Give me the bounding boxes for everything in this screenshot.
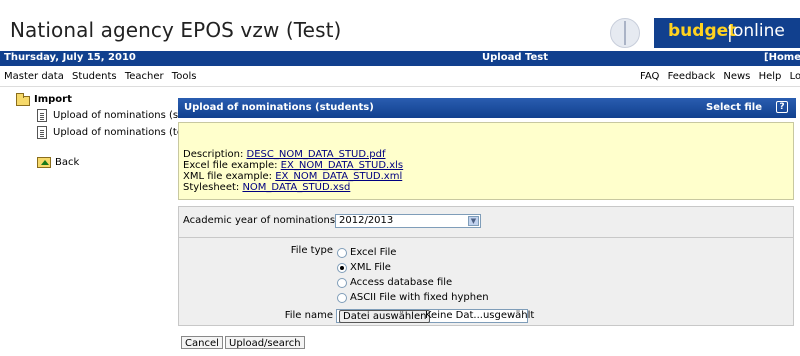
environment-label: Upload Test <box>482 52 548 63</box>
menu-tools[interactable]: Tools <box>172 71 197 82</box>
menu-right: FAQ Feedback News Help Logou <box>640 71 800 82</box>
academic-year-label: Academic year of nominations <box>183 215 336 226</box>
academic-year-select[interactable]: 2012/2013 ▼ <box>335 214 481 228</box>
menu-faq[interactable]: FAQ <box>640 71 659 82</box>
status-bar: Thursday, July 15, 2010 Upload Test [Hom… <box>0 51 800 66</box>
document-icon <box>37 126 47 139</box>
radio-xml[interactable] <box>337 263 347 273</box>
menu-feedback[interactable]: Feedback <box>668 71 716 82</box>
logo-wordmark: budget | online <box>654 18 800 48</box>
panel-title: Upload of nominations (students) <box>184 102 374 113</box>
filetype-option-label: Excel File <box>350 247 397 258</box>
menu-news[interactable]: News <box>723 71 750 82</box>
chevron-down-icon[interactable]: ▼ <box>468 216 479 226</box>
radio-access[interactable] <box>337 278 347 288</box>
app-header: National agency EPOS vzw (Test) budget |… <box>0 0 800 48</box>
sidebar-back-label: Back <box>55 157 80 168</box>
menu-teacher[interactable]: Teacher <box>125 71 164 82</box>
description-label: Description: <box>183 149 247 160</box>
menu-master-data[interactable]: Master data <box>4 71 64 82</box>
form-divider <box>179 237 793 238</box>
sidebar: Import Upload of nominations (stuc Uploa… <box>0 90 195 356</box>
radio-excel[interactable] <box>337 248 347 258</box>
help-icon[interactable]: ? <box>776 101 788 113</box>
main-menu: Master data Students Teacher Tools FAQ F… <box>0 70 800 84</box>
page-title: National agency EPOS vzw (Test) <box>10 18 342 42</box>
file-input[interactable]: Datei auswählen Keine Dat...usgewählt <box>336 309 534 323</box>
folder-open-icon <box>16 93 30 106</box>
main-content: Upload of nominations (students) Select … <box>178 90 800 356</box>
upload-search-button[interactable]: Upload/search <box>225 336 305 349</box>
xml-example-line: XML file example: EX_NOM_DATA_STUD.xml <box>183 171 402 182</box>
description-link[interactable]: DESC_NOM_DATA_STUD.pdf <box>247 149 386 160</box>
excel-example-line: Excel file example: EX_NOM_DATA_STUD.xls <box>183 160 403 171</box>
sidebar-section-label: Import <box>34 94 72 105</box>
home-link[interactable]: [Home <box>764 52 800 63</box>
radio-ascii[interactable] <box>337 293 347 303</box>
filetype-option-label: Access database file <box>350 277 453 288</box>
filetype-option-label: ASCII File with fixed hyphen <box>350 292 489 303</box>
choose-file-button[interactable]: Datei auswählen <box>339 310 431 323</box>
stylesheet-line: Stylesheet: NOM_DATA_STUD.xsd <box>183 182 350 193</box>
sidebar-item-label: Upload of nominations (stuc <box>53 110 194 121</box>
logo-separator: | <box>727 23 733 43</box>
document-icon <box>37 109 47 122</box>
description-line: Description: DESC_NOM_DATA_STUD.pdf <box>183 149 385 160</box>
excel-example-label: Excel file example: <box>183 160 281 171</box>
sidebar-item-label: Upload of nominations (teac <box>53 127 195 138</box>
xml-example-link[interactable]: EX_NOM_DATA_STUD.xml <box>275 171 402 182</box>
menu-logout[interactable]: Logou <box>790 71 800 82</box>
budgetonline-logo: budget | online <box>610 18 800 48</box>
stylesheet-label: Stylesheet: <box>183 182 243 193</box>
logo-word-online: online <box>733 21 785 41</box>
file-status-text: Keine Dat...usgewählt <box>425 310 535 321</box>
panel-header: Upload of nominations (students) Select … <box>178 98 796 118</box>
logo-emblem-icon <box>610 18 640 48</box>
file-info-box: Description: DESC_NOM_DATA_STUD.pdf Exce… <box>178 122 794 200</box>
file-name-label: File name <box>284 310 333 321</box>
menu-left: Master data Students Teacher Tools <box>4 71 201 82</box>
back-folder-icon <box>37 157 51 168</box>
stylesheet-link[interactable]: NOM_DATA_STUD.xsd <box>242 182 350 193</box>
menu-help[interactable]: Help <box>759 71 782 82</box>
panel-step-label: Select file <box>706 102 763 113</box>
excel-example-link[interactable]: EX_NOM_DATA_STUD.xls <box>281 160 403 171</box>
cancel-button[interactable]: Cancel <box>181 336 223 349</box>
upload-form: Academic year of nominations 2012/2013 ▼… <box>178 206 794 326</box>
menu-students[interactable]: Students <box>72 71 117 82</box>
xml-example-label: XML file example: <box>183 171 276 182</box>
filetype-option-label: XML File <box>350 262 391 273</box>
current-date: Thursday, July 15, 2010 <box>4 52 136 63</box>
menu-divider <box>0 86 800 87</box>
academic-year-value: 2012/2013 <box>339 215 394 226</box>
file-type-label: File type <box>290 245 333 256</box>
